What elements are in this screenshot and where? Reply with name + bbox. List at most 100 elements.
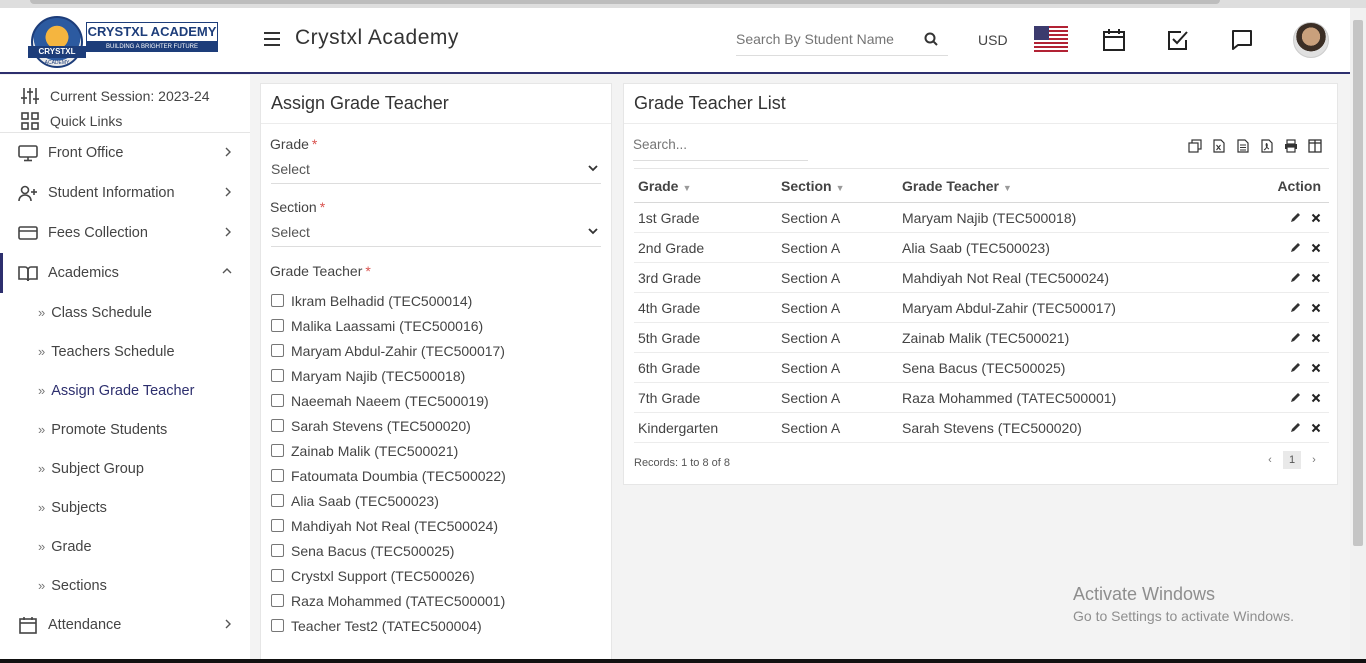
teacher-checkbox-row[interactable]: Zainab Malik (TEC500021) [261, 438, 611, 463]
teacher-checkbox[interactable] [271, 569, 284, 582]
table-row: 6th Grade Section A Sena Bacus (TEC500025) [634, 352, 1329, 383]
user-plus-icon [18, 185, 37, 202]
print-icon[interactable] [1279, 139, 1303, 155]
teacher-checkbox-row[interactable]: Alia Saab (TEC500023) [261, 488, 611, 513]
edit-icon[interactable] [1290, 300, 1301, 316]
teacher-checkbox[interactable] [271, 394, 284, 407]
sidebar-subitem-sections[interactable]: » Sections [0, 566, 250, 605]
column-header-grade[interactable]: Grade ▼ [634, 168, 777, 203]
user-avatar[interactable] [1293, 22, 1329, 58]
section-select-value: Select [271, 224, 310, 240]
task-check-icon[interactable] [1166, 28, 1190, 52]
teacher-checkbox[interactable] [271, 594, 284, 607]
sidebar-subitem-label: Subjects [51, 499, 107, 516]
teacher-checkbox-row[interactable]: Maryam Abdul-Zahir (TEC500017) [261, 338, 611, 363]
grid-icon [21, 111, 39, 130]
calendar-icon[interactable] [1102, 28, 1126, 52]
academy-logo[interactable]: CRYSTXL CRYSTXL ACADEMY BUILDING A BRIGH… [28, 16, 218, 68]
edit-icon[interactable] [1290, 360, 1301, 376]
sidebar-subitem-class-schedule[interactable]: » Class Schedule [0, 293, 250, 332]
cell-teacher: Sena Bacus (TEC500025) [898, 352, 1238, 383]
double-chevron-icon: » [38, 383, 46, 398]
section-select[interactable]: Select [271, 221, 601, 247]
edit-icon[interactable] [1290, 330, 1301, 346]
teacher-checkbox-row[interactable]: Malika Laassami (TEC500016) [261, 313, 611, 338]
currency-selector[interactable]: USD [978, 32, 1008, 48]
teacher-checkbox-row[interactable]: Maryam Najib (TEC500018) [261, 363, 611, 388]
sidebar-subitem-teachers-schedule[interactable]: » Teachers Schedule [0, 332, 250, 371]
copy-icon[interactable] [1183, 139, 1207, 155]
menu-toggle-icon[interactable] [264, 32, 280, 46]
edit-icon[interactable] [1290, 210, 1301, 226]
required-mark: * [319, 199, 326, 215]
delete-icon[interactable] [1311, 390, 1321, 406]
page-scrollbar[interactable] [1350, 8, 1366, 663]
delete-icon[interactable] [1311, 270, 1321, 286]
double-chevron-icon: » [38, 344, 46, 359]
quick-links[interactable]: Quick Links [0, 108, 250, 133]
teacher-checkbox[interactable] [271, 469, 284, 482]
student-search-input[interactable] [736, 28, 904, 47]
sidebar-item-student-information[interactable]: Student Information [0, 173, 250, 213]
pdf-icon[interactable] [1255, 139, 1279, 155]
teacher-checkbox[interactable] [271, 369, 284, 382]
teacher-checkbox[interactable] [271, 444, 284, 457]
sidebar-subitem-promote-students[interactable]: » Promote Students [0, 410, 250, 449]
sidebar: Current Session: 2023-24 Quick Links Fro… [0, 75, 250, 663]
pagination-prev[interactable]: ‹ [1261, 451, 1279, 469]
teacher-checkbox-row[interactable]: Crystxl Support (TEC500026) [261, 563, 611, 588]
chat-icon[interactable] [1230, 28, 1254, 52]
delete-icon[interactable] [1311, 210, 1321, 226]
edit-icon[interactable] [1290, 240, 1301, 256]
teacher-checkbox-row[interactable]: Ikram Belhadid (TEC500014) [261, 288, 611, 313]
csv-icon[interactable] [1231, 139, 1255, 155]
delete-icon[interactable] [1311, 240, 1321, 256]
delete-icon[interactable] [1311, 420, 1321, 436]
columns-icon[interactable] [1303, 139, 1327, 155]
column-header-grade-teacher[interactable]: Grade Teacher ▼ [898, 168, 1238, 203]
current-session[interactable]: Current Session: 2023-24 [0, 83, 250, 108]
teacher-checkbox[interactable] [271, 619, 284, 632]
grade-select[interactable]: Select [271, 158, 601, 184]
edit-icon[interactable] [1290, 420, 1301, 436]
teacher-checkbox[interactable] [271, 494, 284, 507]
sidebar-item-front-office[interactable]: Front Office [0, 133, 250, 173]
browser-scroll-indicator [30, 0, 1220, 4]
scrollbar-thumb[interactable] [1353, 20, 1363, 546]
pagination-next[interactable]: › [1305, 451, 1323, 469]
sidebar-item-attendance[interactable]: Attendance [0, 605, 250, 645]
teacher-checkbox-row[interactable]: Raza Mohammed (TATEC500001) [261, 588, 611, 613]
sidebar-item-fees-collection[interactable]: Fees Collection [0, 213, 250, 253]
delete-icon[interactable] [1311, 330, 1321, 346]
column-header-section[interactable]: Section ▼ [777, 168, 898, 203]
teacher-checkbox-row[interactable]: Sena Bacus (TEC500025) [261, 538, 611, 563]
teacher-checkbox[interactable] [271, 519, 284, 532]
pagination-page[interactable]: 1 [1283, 451, 1301, 469]
sidebar-subitem-subjects[interactable]: » Subjects [0, 488, 250, 527]
teacher-checkbox[interactable] [271, 344, 284, 357]
teacher-checkbox[interactable] [271, 294, 284, 307]
teacher-checkbox-row[interactable]: Teacher Test2 (TATEC500004) [261, 613, 611, 638]
sidebar-subitem-subject-group[interactable]: » Subject Group [0, 449, 250, 488]
teacher-checkbox-row[interactable]: Mahdiyah Not Real (TEC500024) [261, 513, 611, 538]
edit-icon[interactable] [1290, 270, 1301, 286]
delete-icon[interactable] [1311, 360, 1321, 376]
sidebar-subitem-label: Grade [51, 538, 92, 555]
search-icon[interactable] [924, 32, 938, 51]
delete-icon[interactable] [1311, 300, 1321, 316]
teacher-checkbox[interactable] [271, 319, 284, 332]
excel-icon[interactable] [1207, 139, 1231, 155]
teacher-checkbox-row[interactable]: Fatoumata Doumbia (TEC500022) [261, 463, 611, 488]
edit-icon[interactable] [1290, 390, 1301, 406]
teacher-checkbox[interactable] [271, 419, 284, 432]
teacher-checkbox-row[interactable]: Naeemah Naeem (TEC500019) [261, 388, 611, 413]
sidebar-subitem-grade[interactable]: » Grade [0, 527, 250, 566]
teacher-checkbox-label: Zainab Malik (TEC500021) [291, 442, 459, 459]
list-search-input[interactable] [633, 137, 803, 152]
sidebar-item-academics[interactable]: Academics [0, 253, 250, 293]
teacher-checkbox[interactable] [271, 544, 284, 557]
sidebar-subitem-assign-grade-teacher[interactable]: » Assign Grade Teacher [0, 371, 250, 410]
teacher-checkbox-label: Ikram Belhadid (TEC500014) [291, 292, 473, 309]
teacher-checkbox-row[interactable]: Sarah Stevens (TEC500020) [261, 413, 611, 438]
us-flag-icon[interactable] [1034, 26, 1068, 52]
